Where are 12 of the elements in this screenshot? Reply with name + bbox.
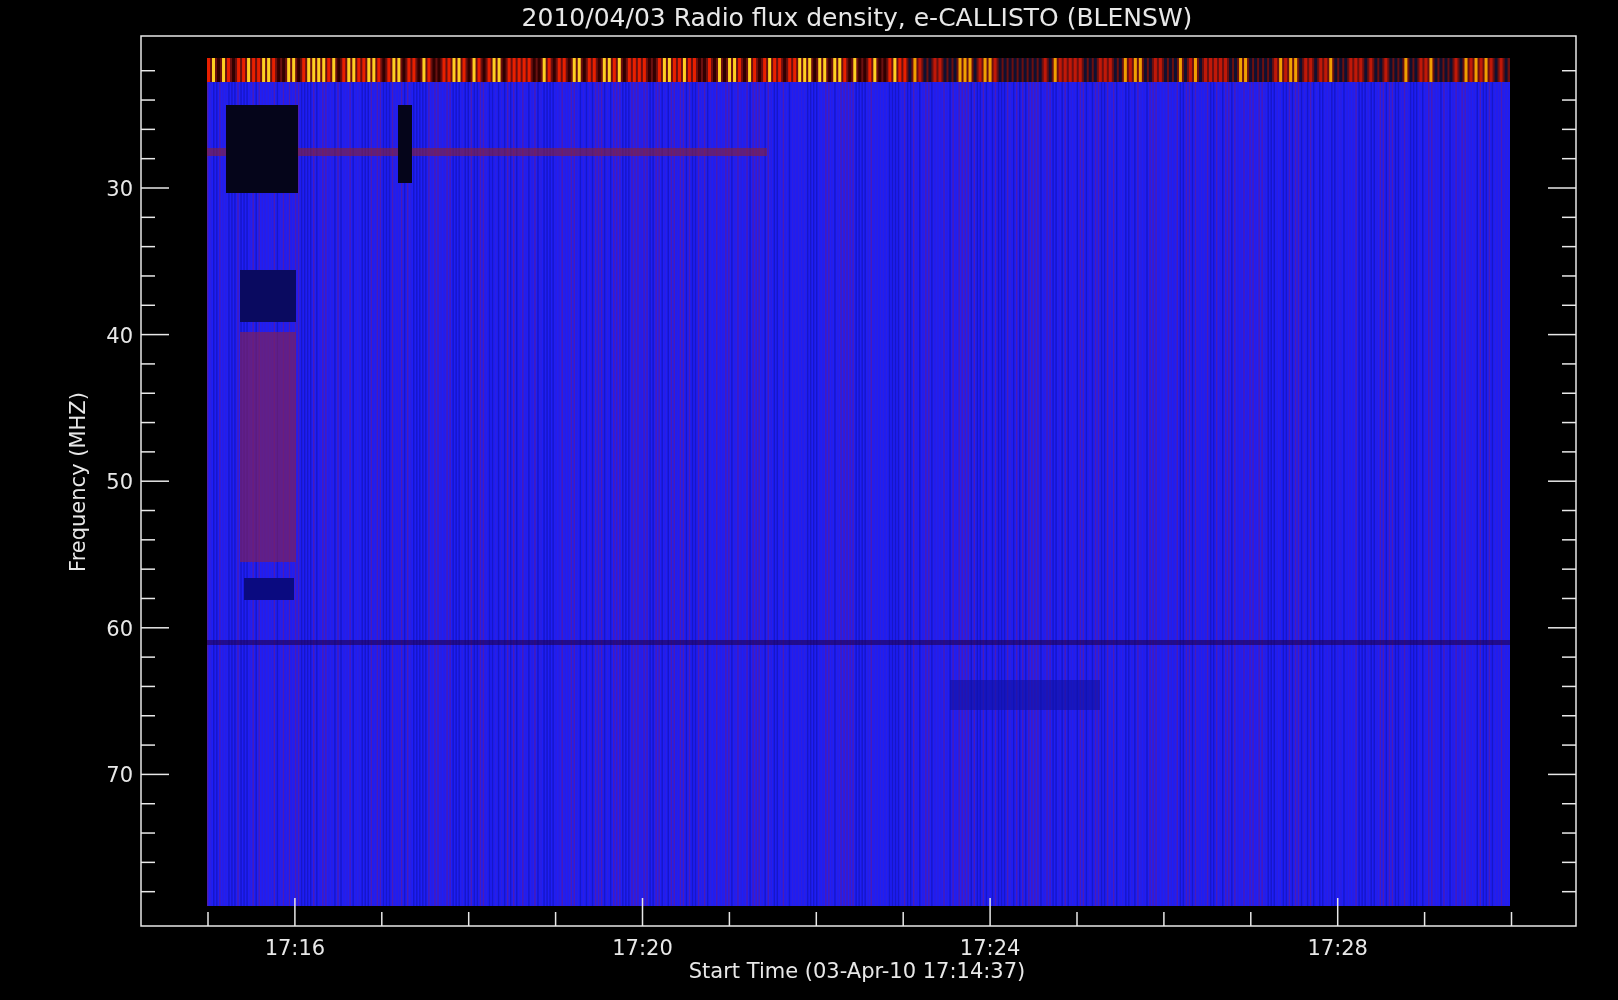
y-axis-label: Frequency (MHZ) [66,392,90,572]
plot-title: 2010/04/03 Radio flux density, e-CALLISTO (BLENSW) [521,3,1193,32]
y-tick-label: 40 [106,323,133,348]
x-tick-label: 17:24 [959,936,1021,960]
y-tick-label: 30 [106,177,133,201]
x-tick-label: 17:28 [1307,936,1368,960]
y-tick-label: 50 [106,470,133,495]
y-tick-label: 70 [106,763,133,788]
x-axis-label: Start Time (03-Apr-10 17:14:37) [688,959,1026,983]
x-tick-label: 17:16 [264,936,326,960]
x-tick-label: 17:20 [612,936,673,960]
y-tick-label: 60 [106,616,133,641]
